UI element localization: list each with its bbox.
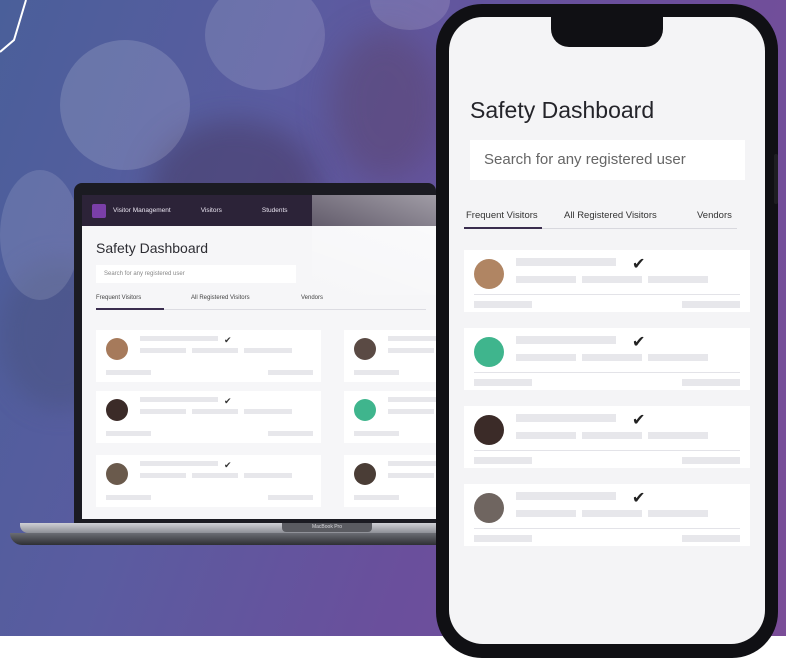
avatar: [106, 463, 128, 485]
laptop-screen: Visitor Management Visitors Students Saf…: [82, 195, 436, 519]
visitor-card[interactable]: ✔: [96, 330, 321, 382]
visitor-card[interactable]: [344, 455, 436, 507]
avatar: [354, 338, 376, 360]
tab-bar: Frequent Visitors All Registered Visitor…: [96, 295, 436, 311]
tab-vendors[interactable]: Vendors: [301, 295, 323, 301]
avatar: [354, 463, 376, 485]
search-input[interactable]: Search for any registered user: [96, 265, 296, 283]
verified-check-icon: ✔: [632, 334, 646, 351]
nav-item-students[interactable]: Students: [262, 207, 288, 214]
avatar: [106, 399, 128, 421]
verified-check-icon: ✔: [632, 256, 646, 273]
avatar: [354, 399, 376, 421]
avatar: [106, 338, 128, 360]
verified-check-icon: ✔: [632, 412, 646, 429]
tab-frequent-visitors[interactable]: Frequent Visitors: [96, 295, 141, 301]
visitor-card[interactable]: ✔: [464, 250, 750, 312]
tab-bar: Frequent Visitors All Registered Visitor…: [449, 202, 765, 232]
laptop-brand-label: MacBook Pro: [282, 523, 372, 532]
visitor-card[interactable]: ✔: [96, 455, 321, 507]
phone-mockup: Safety Dashboard Search for any register…: [436, 4, 778, 658]
verified-check-icon: ✔: [224, 335, 232, 345]
avatar: [474, 415, 504, 445]
avatar: [474, 337, 504, 367]
decorative-line: [0, 0, 27, 53]
phone-notch: [551, 17, 663, 47]
active-tab-indicator: [96, 308, 164, 310]
avatar: [474, 259, 504, 289]
search-input[interactable]: Search for any registered user: [470, 140, 745, 180]
verified-check-icon: ✔: [224, 396, 232, 406]
app-logo-icon: [92, 203, 106, 218]
tab-vendors[interactable]: Vendors: [697, 210, 732, 221]
phone-screen: Safety Dashboard Search for any register…: [449, 17, 765, 644]
visitor-card[interactable]: ✔: [464, 484, 750, 546]
phone-side-button: [774, 154, 778, 204]
visitor-card[interactable]: ✔: [464, 328, 750, 390]
visitor-card[interactable]: [344, 391, 436, 443]
nav-item-visitors[interactable]: Visitors: [201, 207, 222, 214]
visitor-card[interactable]: [344, 330, 436, 382]
tab-all-registered-visitors[interactable]: All Registered Visitors: [564, 210, 657, 221]
verified-check-icon: ✔: [632, 490, 646, 507]
tab-all-registered-visitors[interactable]: All Registered Visitors: [191, 295, 250, 301]
visitor-card[interactable]: ✔: [464, 406, 750, 468]
laptop-mockup: Visitor Management Visitors Students Saf…: [74, 183, 436, 523]
verified-check-icon: ✔: [224, 460, 232, 470]
avatar: [474, 493, 504, 523]
laptop-base: [20, 523, 490, 533]
page-title: Safety Dashboard: [470, 97, 655, 123]
active-tab-indicator: [464, 227, 542, 229]
tab-frequent-visitors[interactable]: Frequent Visitors: [466, 210, 538, 221]
nav-app-name[interactable]: Visitor Management: [113, 207, 171, 214]
visitor-card[interactable]: ✔: [96, 391, 321, 443]
